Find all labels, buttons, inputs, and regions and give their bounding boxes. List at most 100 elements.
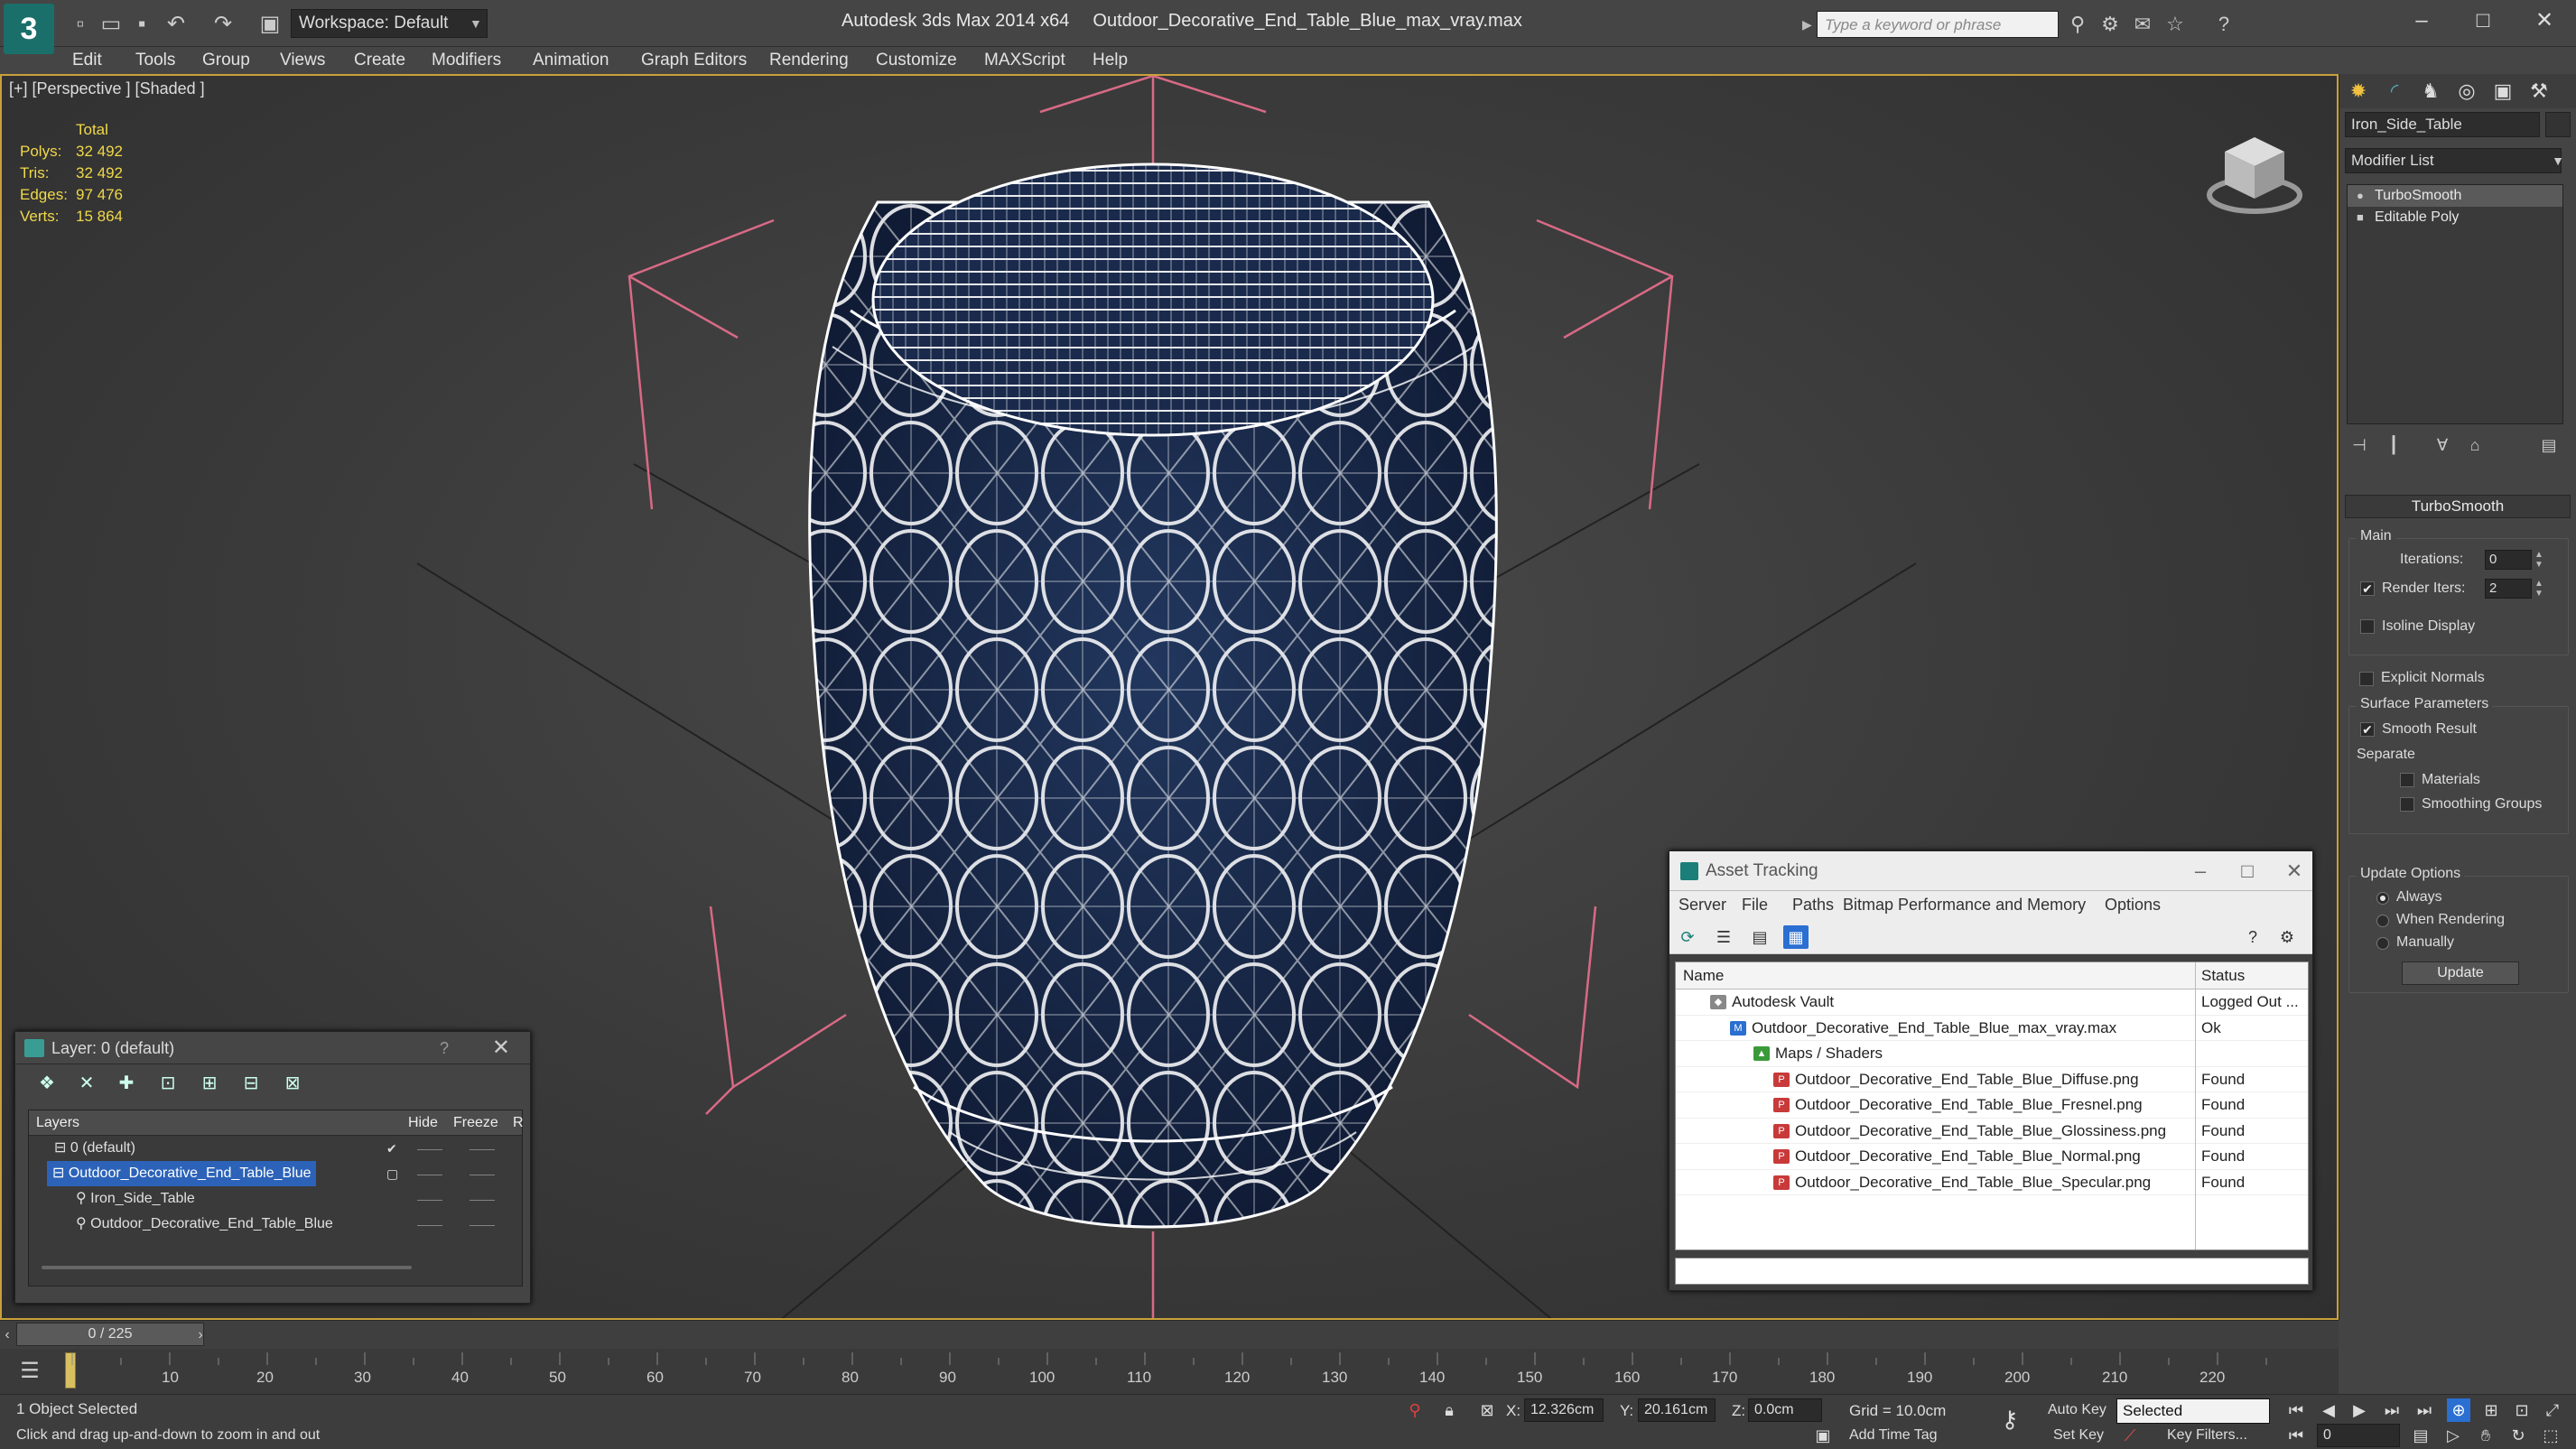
minimize-button[interactable]: – [2396, 5, 2447, 36]
menu-tools[interactable]: Tools [135, 47, 175, 74]
manually-radio[interactable] [2376, 937, 2389, 950]
workspace-dropdown[interactable]: Workspace: Default [291, 9, 488, 38]
track-bar[interactable]: ☰ 10 20 30 40 50 60 70 80 90 100 110 120… [0, 1349, 2339, 1394]
rollout-header[interactable]: TurboSmooth [2345, 495, 2571, 518]
next-frame-icon[interactable]: › [193, 1324, 208, 1346]
key-mode-toggle-icon[interactable]: ⏮ [2284, 1424, 2308, 1447]
render-iters-checkbox[interactable]: ✔ [2360, 581, 2375, 596]
table-row[interactable]: ⚲ Iron_Side_Table —— —— [29, 1186, 522, 1212]
isolate-selection-icon[interactable]: ⚲ [1403, 1398, 1427, 1422]
col-layers[interactable]: Layers [36, 1110, 79, 1136]
maximize-viewport-icon[interactable]: ⤢ [2541, 1398, 2564, 1422]
pin-stack-icon[interactable]: ⊣ [2347, 433, 2372, 457]
x-coordinate-field[interactable]: 12.326cm [1524, 1398, 1604, 1422]
modify-tab-icon[interactable]: ◜ [2379, 78, 2410, 105]
menu-file[interactable]: File [1742, 891, 1768, 918]
current-frame-field[interactable]: 0 [2317, 1424, 2400, 1447]
key-filters-button[interactable]: Key Filters... [2167, 1427, 2247, 1444]
menu-group[interactable]: Group [202, 47, 250, 74]
smoothing-groups-checkbox[interactable] [2400, 797, 2414, 812]
redo-icon[interactable]: ↷ [208, 9, 238, 40]
search-input[interactable]: Type a keyword or phrase [1817, 11, 2059, 38]
previous-frame-icon[interactable]: ‹ [0, 1324, 14, 1346]
table-row[interactable]: P Outdoor_Decorative_End_Table_Blue_Glos… [1676, 1119, 2308, 1144]
save-icon[interactable]: ▪ [126, 9, 157, 40]
close-icon[interactable]: ✕ [492, 1032, 510, 1064]
menu-views[interactable]: Views [280, 47, 325, 74]
mini-curve-editor-icon[interactable]: ☰ [13, 1356, 47, 1387]
y-coordinate-field[interactable]: 20.161cm [1638, 1398, 1716, 1422]
table-view-icon[interactable]: ▤ [1747, 925, 1772, 949]
create-layer-icon[interactable]: ❖ [33, 1072, 60, 1095]
table-row[interactable]: P Outdoor_Decorative_End_Table_Blue_Diff… [1676, 1067, 2308, 1092]
menu-options[interactable]: Options [2105, 891, 2161, 918]
close-button[interactable]: ✕ [2276, 851, 2312, 891]
help-icon[interactable]: ? [2240, 925, 2265, 949]
stack-item-editable-poly[interactable]: ■ Editable Poly [2348, 207, 2562, 228]
search-expand-icon[interactable]: ▶ [1802, 11, 1817, 38]
freeze-toggle[interactable]: —— [470, 1186, 495, 1212]
add-time-tag[interactable]: Add Time Tag [1849, 1427, 1938, 1444]
explicit-normals-checkbox[interactable] [2359, 672, 2374, 686]
highlight-layer-icon[interactable]: ⊞ [196, 1072, 223, 1095]
key-icon[interactable]: ⚷ [1992, 1407, 2028, 1431]
undo-icon[interactable]: ↶ [161, 9, 191, 40]
hide-toggle[interactable]: —— [417, 1161, 442, 1186]
new-file-icon[interactable]: ▫ [65, 9, 96, 40]
options-icon[interactable]: ⚙ [2274, 925, 2300, 949]
col-hide[interactable]: Hide [408, 1110, 438, 1136]
time-tag-icon[interactable]: ▣ [1811, 1424, 1835, 1447]
app-logo[interactable]: 3 [4, 4, 54, 54]
orbit-icon[interactable]: ↻ [2506, 1424, 2530, 1447]
binoculars-icon[interactable]: ⚲ [2064, 11, 2091, 38]
menu-maxscript[interactable]: MAXScript [984, 47, 1065, 74]
table-row[interactable]: ▲ Maps / Shaders [1676, 1041, 2308, 1067]
pan-view-icon[interactable]: ✋︎ [2474, 1424, 2497, 1447]
menu-customize[interactable]: Customize [876, 47, 957, 74]
stack-item-turbosmooth[interactable]: ● TurboSmooth [2348, 185, 2562, 207]
chevron-down-icon[interactable]: ▼ [470, 9, 488, 38]
remove-modifier-icon[interactable]: ⌂ [2462, 433, 2488, 457]
list-view-icon[interactable]: ☰ [1711, 925, 1736, 949]
project-folder-icon[interactable]: ▣ [255, 9, 285, 40]
col-freeze[interactable]: Freeze [453, 1110, 498, 1136]
isoline-display-checkbox[interactable] [2360, 619, 2375, 634]
key-mode-icon[interactable]: ⟋ [2118, 1424, 2142, 1447]
table-row[interactable]: P Outdoor_Decorative_End_Table_Blue_Fres… [1676, 1092, 2308, 1119]
favorites-star-icon[interactable]: ☆ [2162, 11, 2189, 38]
freeze-toggle[interactable]: —— [470, 1161, 495, 1186]
menu-graph-editors[interactable]: Graph Editors [641, 47, 747, 74]
display-tab-icon[interactable]: ▣ [2488, 78, 2518, 105]
object-name-field[interactable]: Iron_Side_Table [2345, 112, 2540, 137]
table-row[interactable]: ⊟ Outdoor_Decorative_End_Table_Blue ▢ ——… [29, 1161, 522, 1186]
asset-path-field[interactable] [1675, 1258, 2309, 1285]
menu-create[interactable]: Create [354, 47, 405, 74]
hide-toggle[interactable]: —— [417, 1136, 442, 1161]
configure-sets-icon[interactable]: ▤ [2536, 433, 2562, 457]
add-to-layer-icon[interactable]: ✚ [113, 1072, 140, 1095]
render-iters-spinner[interactable]: 2 [2485, 579, 2532, 599]
spinner-arrows-icon[interactable]: ▲ ▼ [2534, 579, 2544, 599]
lightbulb-icon[interactable]: ● [2357, 185, 2364, 207]
iterations-spinner[interactable]: 0 [2485, 550, 2532, 570]
create-tab-icon[interactable]: ✹ [2343, 78, 2374, 105]
select-objects-icon[interactable]: ⊡ [154, 1072, 181, 1095]
field-of-view-icon[interactable]: ▷ [2441, 1424, 2465, 1447]
key-set-dropdown[interactable]: Selected [2116, 1398, 2270, 1424]
menu-paths[interactable]: Paths [1792, 891, 1834, 918]
previous-key-icon[interactable]: ◀︎ [2317, 1398, 2340, 1422]
motion-tab-icon[interactable]: ◎ [2451, 78, 2482, 105]
smooth-result-checkbox[interactable]: ✔ [2360, 722, 2375, 737]
minimize-button[interactable]: – [2182, 851, 2218, 891]
zoom-icon[interactable]: ⊕ [2447, 1398, 2470, 1422]
update-button[interactable]: Update [2402, 961, 2519, 985]
spinner-arrows-icon[interactable]: ▲ ▼ [2534, 550, 2544, 570]
communication-icon[interactable]: ✉ [2129, 11, 2156, 38]
utilities-tab-icon[interactable]: ⚒ [2524, 78, 2554, 105]
close-button[interactable]: ✕ [2519, 5, 2570, 36]
modifier-list-dropdown[interactable]: Modifier List [2345, 148, 2562, 173]
subscription-icon[interactable]: ⚙ [2097, 11, 2124, 38]
table-row[interactable]: ⚲ Outdoor_Decorative_End_Table_Blue —— —… [29, 1212, 522, 1237]
menu-animation[interactable]: Animation [533, 47, 609, 74]
viewport-label[interactable]: [+] [Perspective ] [Shaded ] [9, 79, 205, 98]
